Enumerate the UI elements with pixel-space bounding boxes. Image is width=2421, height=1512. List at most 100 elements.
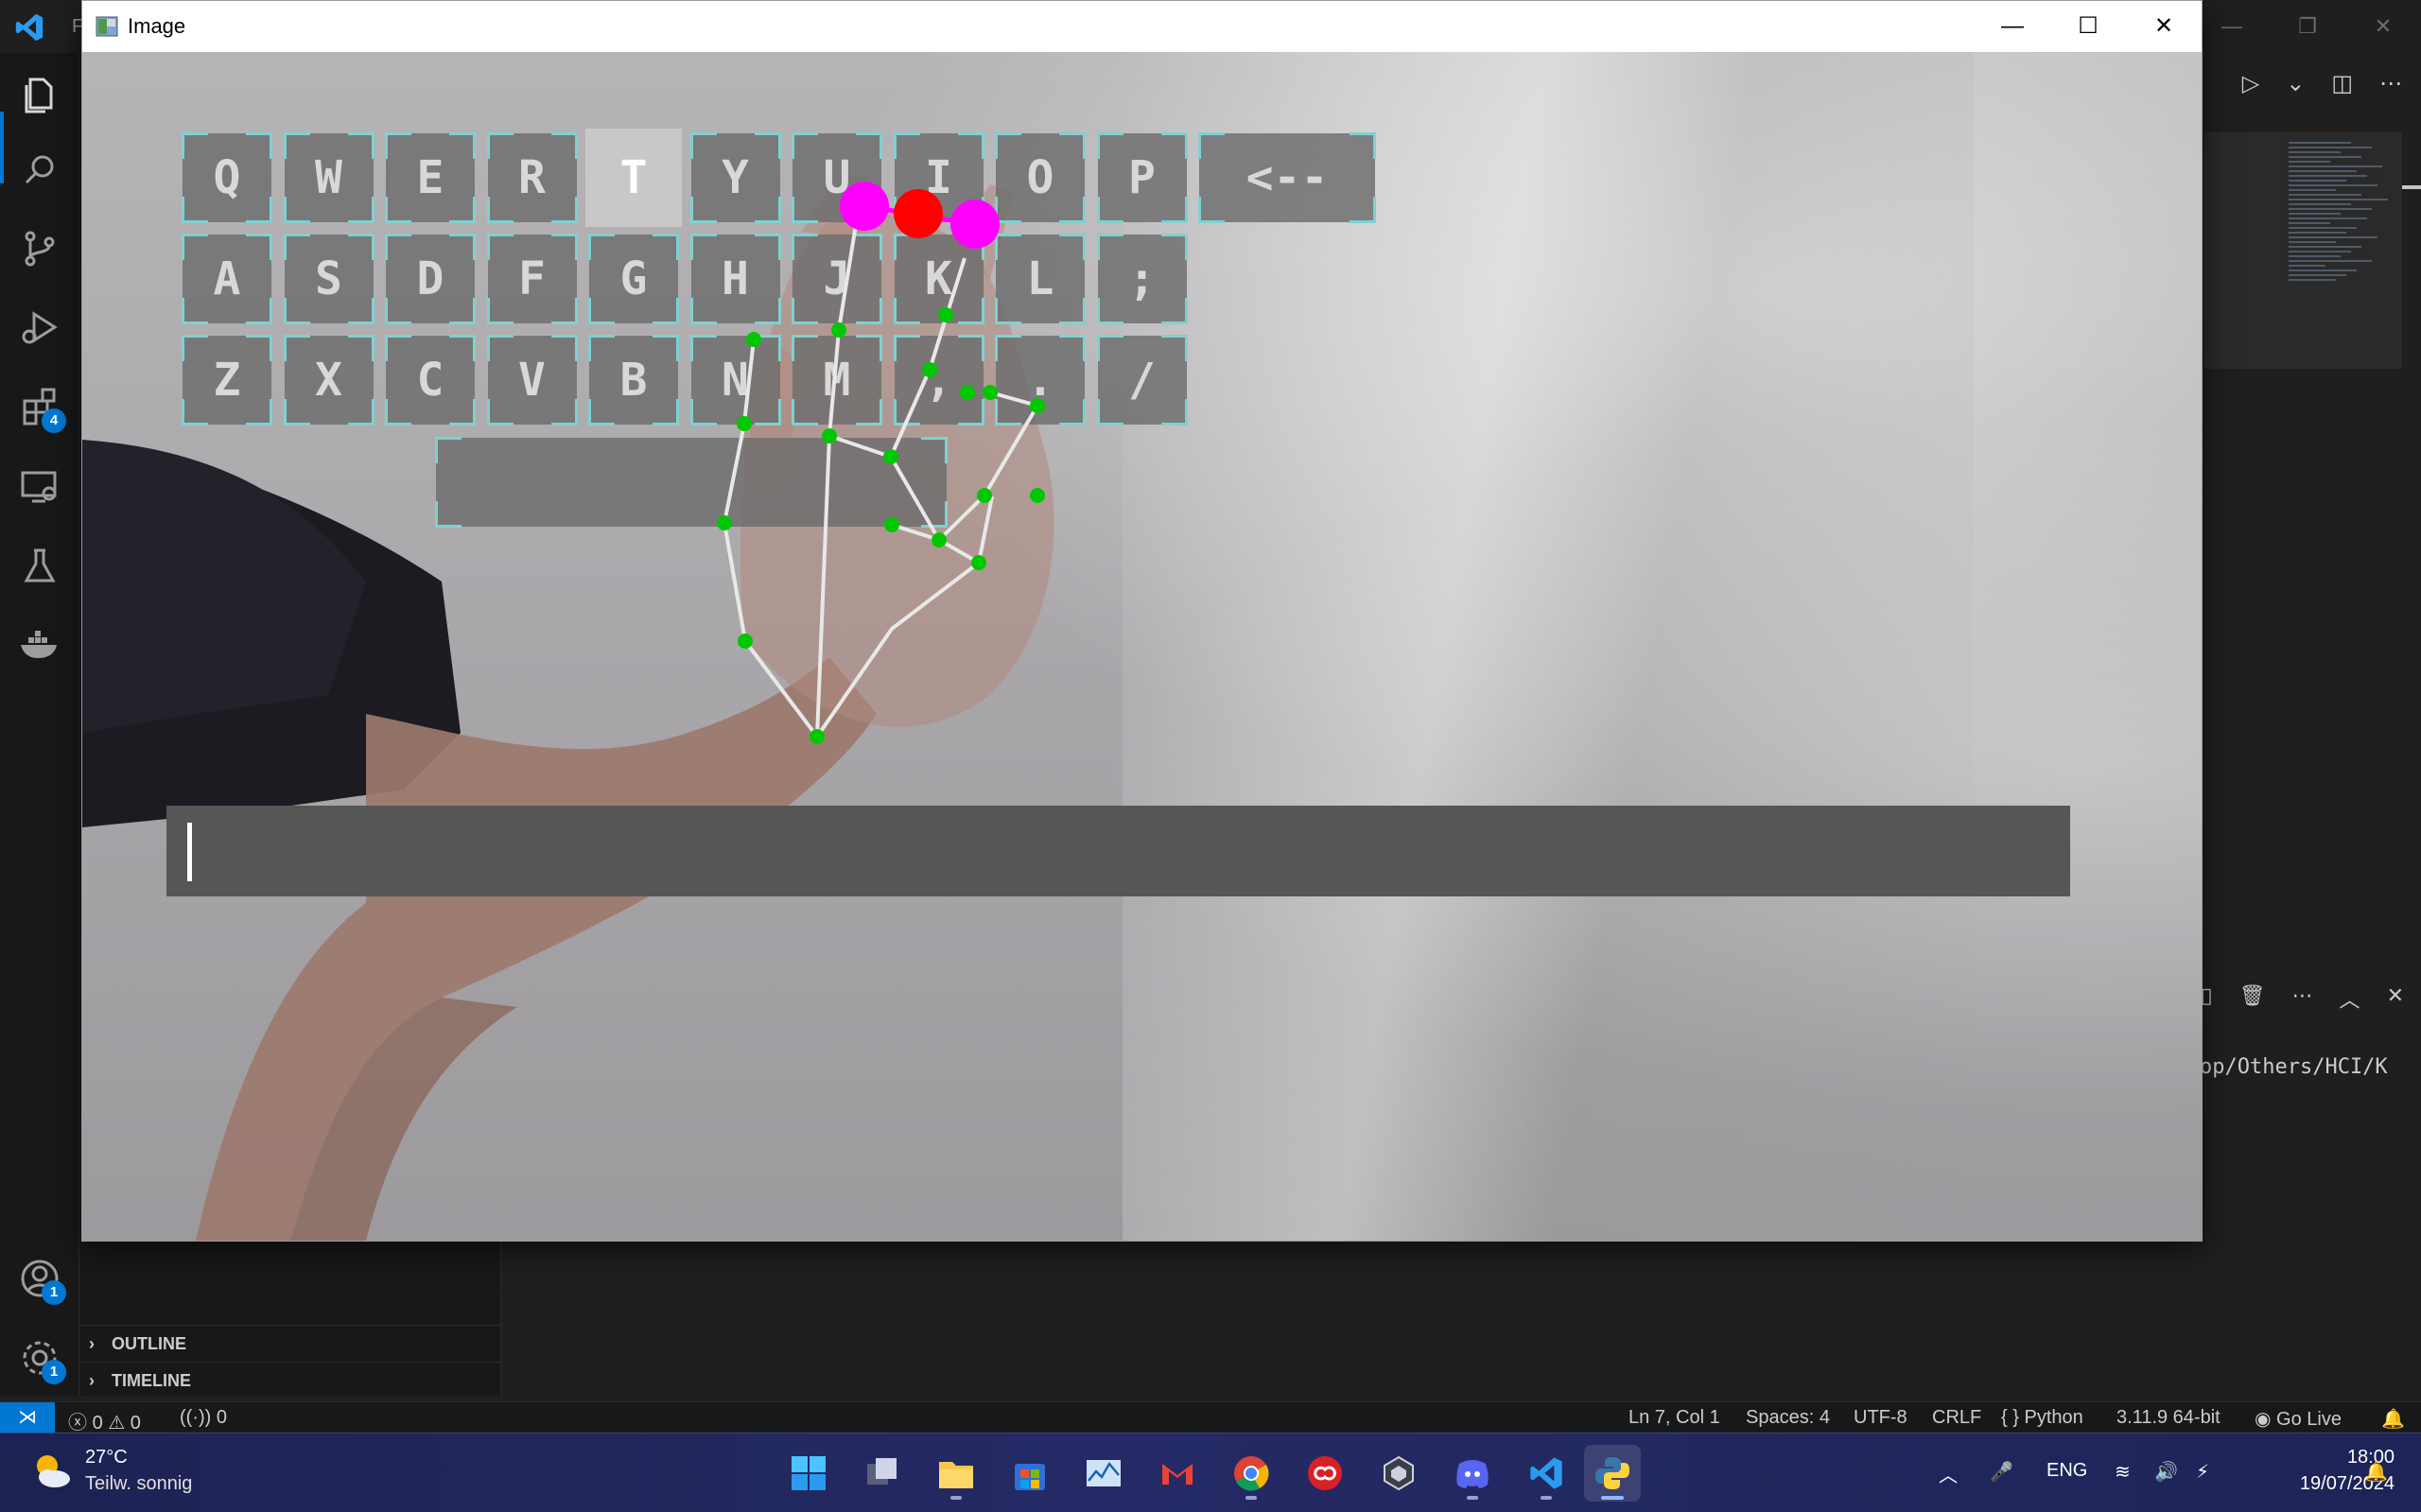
testing-icon[interactable] (17, 543, 62, 588)
index-fingertip-marker (840, 182, 889, 231)
discord-button[interactable] (1444, 1445, 1501, 1502)
index-bone (815, 212, 860, 738)
docker-icon[interactable] (17, 620, 62, 666)
run-dropdown-icon[interactable]: ⌄ (2286, 70, 2305, 97)
remote-explorer-icon[interactable] (17, 463, 62, 509)
pinky-bone (815, 495, 994, 739)
vscode-button[interactable] (1518, 1445, 1575, 1502)
outline-label: OUTLINE (112, 1334, 186, 1353)
image-minimize-button[interactable]: — (1975, 1, 2050, 52)
folder-icon (939, 1462, 973, 1488)
chevron-right-icon: › (89, 1371, 95, 1390)
timeline-label: TIMELINE (112, 1371, 191, 1390)
close-panel-icon[interactable]: ✕ (2387, 983, 2404, 1021)
explorer-icon[interactable] (17, 70, 62, 115)
ms-store-button[interactable] (1001, 1445, 1058, 1502)
hand-joints (717, 307, 1045, 744)
wifi-icon[interactable]: ≋ (2115, 1460, 2131, 1484)
tray-overflow-chevron-icon[interactable]: ︿ (1939, 1460, 1958, 1487)
input-language[interactable]: ENG (2047, 1460, 2087, 1482)
accounts-icon[interactable]: 1 (17, 1256, 66, 1305)
image-close-button[interactable]: ✕ (2126, 1, 2202, 52)
active-indicator (0, 112, 4, 183)
maximize-panel-icon[interactable]: ︿ (2340, 983, 2360, 1021)
outline-section[interactable]: › OUTLINE (79, 1325, 501, 1361)
kill-terminal-icon[interactable]: 🗑 (2239, 983, 2266, 1021)
weather-description[interactable]: Teilw. sonnig (85, 1473, 192, 1495)
weather-temperature[interactable]: 27°C (85, 1447, 128, 1469)
line-endings[interactable]: CRLF (1932, 1407, 1981, 1429)
problems-status[interactable]: ⓧ 0 ⚠ 0 (68, 1407, 141, 1434)
split-editor-icon[interactable]: ◫ (2331, 70, 2353, 97)
thumb-bone (722, 339, 819, 739)
run-file-icon[interactable]: ▷ (2242, 70, 2259, 97)
partly-sunny-icon[interactable] (28, 1449, 74, 1494)
running-indicator (1541, 1496, 1552, 1500)
thumb-landmark (738, 634, 753, 649)
manage-gear-icon[interactable]: 1 (17, 1335, 66, 1384)
chrome-icon (1234, 1456, 1269, 1491)
timeline-section[interactable]: › TIMELINE (79, 1362, 501, 1398)
encoding[interactable]: UTF-8 (1854, 1407, 1907, 1429)
warning-icon: ⚠ (108, 1413, 126, 1434)
ports-status[interactable]: ((·)) 0 (180, 1407, 227, 1429)
creative-cloud-button[interactable] (1297, 1445, 1353, 1502)
ports-icon: ((·)) (180, 1407, 212, 1428)
vscode-minimize-button[interactable]: — (2194, 9, 2270, 43)
accounts-badge: 1 (42, 1280, 66, 1305)
task-view-button[interactable] (854, 1445, 911, 1502)
cursor-position[interactable]: Ln 7, Col 1 (1629, 1407, 1720, 1429)
ring-bone (889, 391, 1041, 544)
source-control-icon[interactable] (17, 225, 62, 270)
python-interpreter[interactable]: 3.11.9 64-bit (2116, 1407, 2221, 1429)
minimap[interactable] (2289, 142, 2393, 369)
image-maximize-button[interactable]: ☐ (2050, 1, 2126, 52)
vscode-restore-button[interactable]: ❐ (2270, 9, 2345, 43)
vscode-close-button[interactable]: ✕ (2345, 9, 2421, 43)
running-indicator (1467, 1496, 1478, 1500)
start-button[interactable] (780, 1445, 837, 1502)
microphone-icon[interactable]: 🎤 (1990, 1460, 2013, 1484)
running-indicator (1601, 1496, 1624, 1500)
image-window-titlebar[interactable]: Image — ☐ ✕ (82, 1, 2202, 52)
camera-feed[interactable]: Q W E R T Y U I O P <-- A S D F G H J K L; Z X C V B N M,. / (82, 52, 2202, 1241)
scrollbar-marker[interactable] (2402, 185, 2421, 189)
search-icon[interactable] (17, 148, 62, 193)
image-app-icon (96, 16, 118, 37)
volume-icon[interactable]: 🔊 (2154, 1460, 2178, 1484)
notifications-bell-icon[interactable]: 🔔 (2381, 1407, 2405, 1431)
task-view-icon (867, 1458, 897, 1485)
hand-skeleton (722, 212, 1041, 739)
unity-button[interactable] (1370, 1445, 1427, 1502)
monitor-chart-icon (1087, 1460, 1121, 1486)
click-point-marker (894, 189, 943, 238)
error-icon: ⓧ (68, 1413, 87, 1434)
file-explorer-button[interactable] (928, 1445, 984, 1502)
go-live[interactable]: ◉ Go Live (2255, 1407, 2342, 1431)
activity-bar: 4 1 1 (0, 53, 79, 1396)
notification-bell-icon[interactable]: 🔔 (2364, 1460, 2388, 1484)
ring-landmark (1030, 398, 1045, 413)
extensions-icon[interactable]: 4 (17, 384, 66, 433)
remote-indicator[interactable]: ⋊ (0, 1402, 55, 1433)
run-debug-icon[interactable] (17, 304, 62, 350)
language-mode[interactable]: { } Python (2001, 1407, 2083, 1429)
chrome-button[interactable] (1223, 1445, 1280, 1502)
python-button[interactable] (1584, 1445, 1641, 1502)
wrist-landmark (810, 729, 825, 744)
ring-landmark (960, 385, 975, 400)
terminal-output[interactable]: op/Others/HCI/K (2200, 1055, 2388, 1079)
vscode-window-controls: — ❐ ✕ (2194, 9, 2421, 43)
error-count: 0 (92, 1413, 103, 1434)
index-landmark (822, 428, 837, 443)
gmail-button[interactable] (1149, 1445, 1206, 1502)
more-actions-icon[interactable]: ⋯ (2379, 70, 2402, 97)
panel-more-icon[interactable]: ⋯ (2292, 983, 2313, 1021)
battery-icon[interactable]: ⚡ (2196, 1460, 2209, 1484)
chevron-right-icon: › (89, 1334, 95, 1353)
ports-count: 0 (216, 1407, 227, 1428)
resource-monitor-button[interactable] (1075, 1445, 1132, 1502)
pinky-landmark (977, 488, 992, 503)
pinky-tip-landmark (971, 555, 986, 570)
indentation[interactable]: Spaces: 4 (1746, 1407, 1830, 1429)
